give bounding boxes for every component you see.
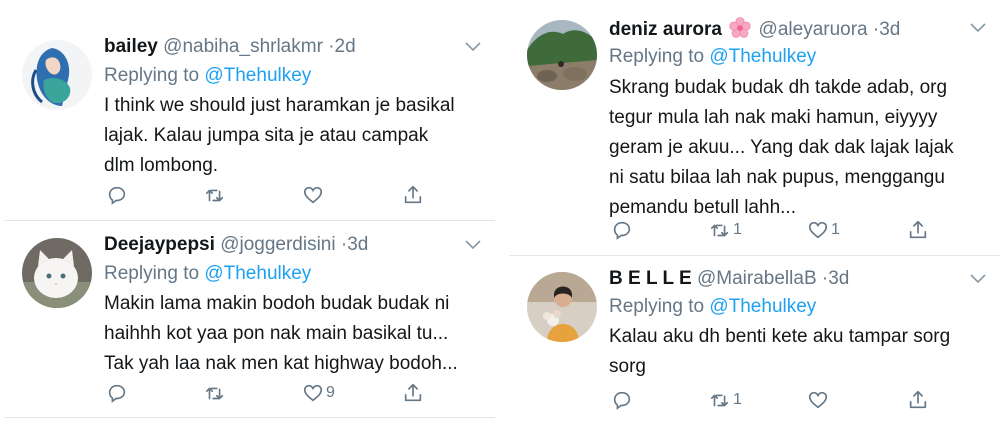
share-button[interactable] <box>402 381 424 405</box>
replying-to: Replying to @Thehulkey <box>609 46 816 68</box>
right-tweet-column: deniz aurora @aleyaruora ·3d Replying to… <box>505 0 1000 424</box>
retweet-count: 1 <box>733 391 742 408</box>
replying-to-label: Replying to <box>609 46 710 67</box>
replying-to-label: Replying to <box>104 65 205 86</box>
chevron-down-icon[interactable] <box>970 274 986 284</box>
tweet-text: Skrang budak budak dh takde adab, org te… <box>609 77 954 218</box>
tweet-header: deniz aurora @aleyaruora ·3d <box>609 17 900 41</box>
share-icon <box>404 185 422 204</box>
username[interactable]: @aleyaruora <box>759 19 868 40</box>
display-name[interactable]: bailey <box>104 36 158 57</box>
like-button[interactable]: 1 <box>807 218 840 242</box>
reply-button[interactable] <box>611 218 635 242</box>
retweet-button[interactable] <box>204 183 228 207</box>
tweet-text: Kalau aku dh benti kete aku tampar sorg … <box>609 326 951 377</box>
tweet-text: I think we should just haramkan je basik… <box>104 95 455 176</box>
tweet-text: Makin lama makin bodoh budak budak ni ha… <box>104 293 458 374</box>
timestamp[interactable]: 3d <box>347 234 368 255</box>
chevron-down-icon[interactable] <box>465 42 481 52</box>
tweet-header: bailey @nabiha_shrlakmr ·2d <box>104 36 356 58</box>
avatar[interactable] <box>527 272 597 342</box>
replying-to: Replying to @Thehulkey <box>104 263 311 285</box>
chevron-down-icon[interactable] <box>970 23 986 33</box>
like-count: 1 <box>831 221 840 238</box>
tweet-bailey[interactable]: bailey @nabiha_shrlakmr ·2d Replying to … <box>0 0 495 220</box>
tweet-deejaypepsi[interactable]: Deejaypepsi @joggerdisini ·3d Replying t… <box>0 221 495 417</box>
retweet-count: 1 <box>733 221 742 238</box>
display-name[interactable]: B E L L E <box>609 268 692 289</box>
replying-to-mention[interactable]: @Thehulkey <box>204 263 311 284</box>
username[interactable]: @MairabellaB <box>697 268 817 289</box>
like-button[interactable] <box>302 183 326 207</box>
replying-to-mention[interactable]: @Thehulkey <box>709 46 816 67</box>
tweet-actions <box>104 183 424 209</box>
heart-icon <box>303 384 323 402</box>
like-button[interactable]: 9 <box>302 381 335 405</box>
heart-icon <box>808 391 828 409</box>
reply-button[interactable] <box>106 381 130 405</box>
retweet-icon <box>710 394 729 407</box>
replying-to: Replying to @Thehulkey <box>609 296 816 318</box>
share-icon <box>404 383 422 402</box>
display-name[interactable]: deniz aurora <box>609 19 722 40</box>
retweet-icon <box>205 189 224 202</box>
reply-icon <box>108 186 126 205</box>
replying-to-label: Replying to <box>609 296 710 317</box>
share-button[interactable] <box>907 218 929 242</box>
chevron-down-icon[interactable] <box>465 240 481 250</box>
avatar[interactable] <box>22 40 92 110</box>
tweet-header: B E L L E @MairabellaB ·3d <box>609 268 849 290</box>
tweet-actions: 9 <box>104 381 424 407</box>
share-icon <box>909 220 927 239</box>
timestamp[interactable]: 3d <box>828 268 849 289</box>
retweet-icon <box>205 387 224 400</box>
heart-icon <box>303 186 323 204</box>
like-count: 9 <box>326 384 335 401</box>
reply-icon <box>613 391 631 410</box>
replying-to-label: Replying to <box>104 263 205 284</box>
left-tweet-column: bailey @nabiha_shrlakmr ·2d Replying to … <box>0 0 495 424</box>
avatar[interactable] <box>22 238 92 308</box>
replying-to-mention[interactable]: @Thehulkey <box>709 296 816 317</box>
cherry-blossom-icon <box>729 17 751 38</box>
timestamp[interactable]: 3d <box>879 19 900 40</box>
tweet-belle[interactable]: B E L L E @MairabellaB ·3d Replying to @… <box>505 256 1000 424</box>
username[interactable]: @nabiha_shrlakmr <box>163 36 323 57</box>
retweet-button[interactable] <box>204 381 228 405</box>
tweet-deniz-aurora[interactable]: deniz aurora @aleyaruora ·3d Replying to… <box>505 0 1000 255</box>
heart-icon <box>808 221 828 239</box>
avatar[interactable] <box>527 20 597 90</box>
timestamp[interactable]: 2d <box>335 36 356 57</box>
reply-icon <box>108 384 126 403</box>
replying-to: Replying to @Thehulkey <box>104 65 311 87</box>
reply-icon <box>613 221 631 240</box>
tweet-actions: 1 <box>609 388 929 414</box>
retweet-icon <box>710 224 729 237</box>
display-name[interactable]: Deejaypepsi <box>104 234 215 255</box>
reply-button[interactable] <box>106 183 130 207</box>
like-button[interactable] <box>807 388 831 412</box>
tweet-actions: 1 1 <box>609 218 929 244</box>
reply-button[interactable] <box>611 388 635 412</box>
username[interactable]: @joggerdisini <box>220 234 335 255</box>
share-button[interactable] <box>907 388 929 412</box>
retweet-button[interactable]: 1 <box>709 218 742 242</box>
retweet-button[interactable]: 1 <box>709 388 742 412</box>
tweet-divider <box>4 417 495 418</box>
share-icon <box>909 390 927 409</box>
tweet-header: Deejaypepsi @joggerdisini ·3d <box>104 234 368 256</box>
share-button[interactable] <box>402 183 424 207</box>
replying-to-mention[interactable]: @Thehulkey <box>204 65 311 86</box>
